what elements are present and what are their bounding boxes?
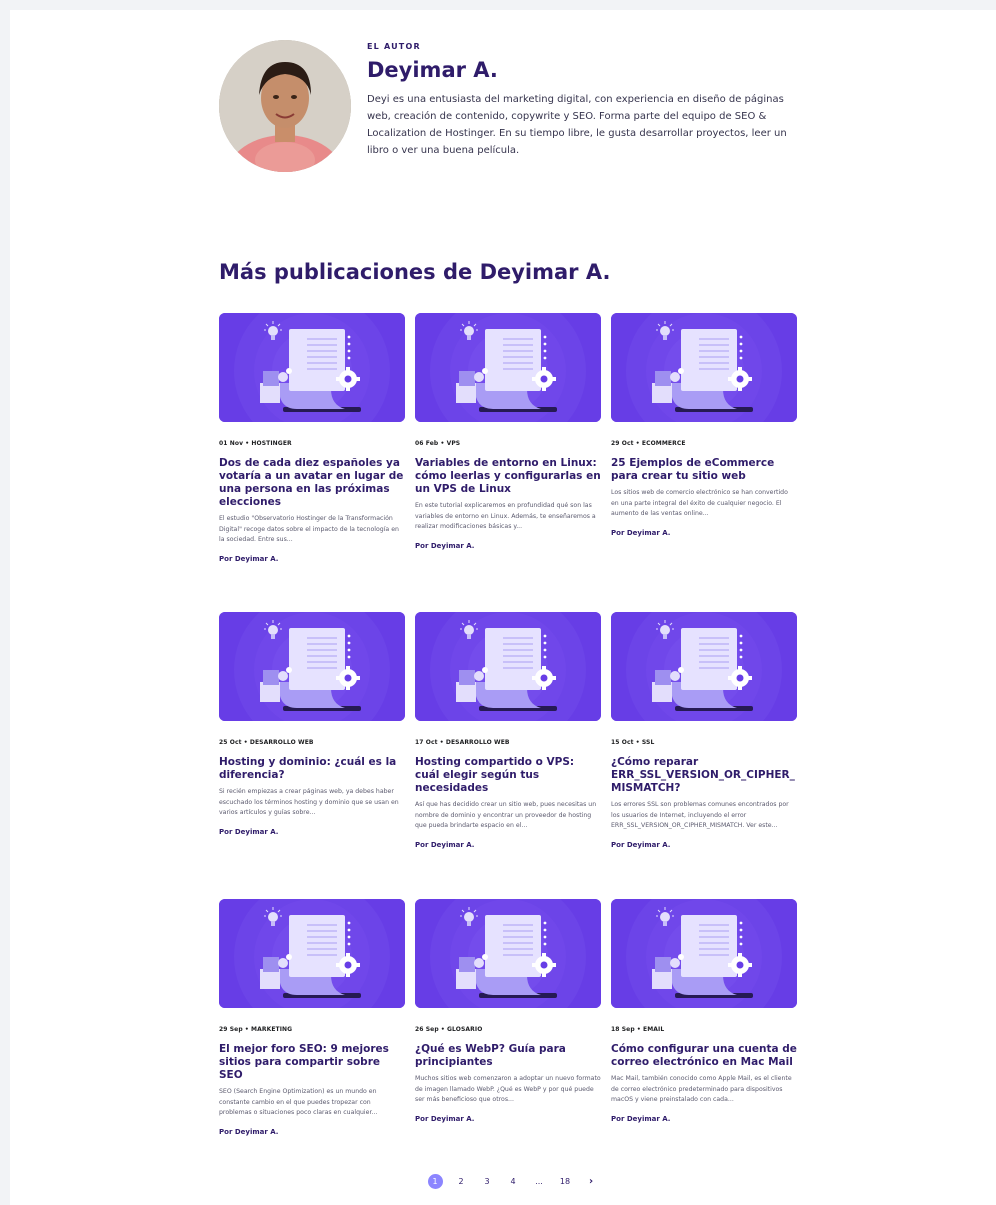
post-meta: 26 Sep • GLOSARIO bbox=[415, 1026, 483, 1033]
post-card[interactable]: 26 Sep • GLOSARIO ¿Qué es WebP? Guía par… bbox=[415, 899, 601, 1123]
page-ellipsis: ... bbox=[535, 1176, 543, 1186]
post-meta: 01 Nov • HOSTINGER bbox=[219, 440, 292, 447]
post-author[interactable]: Por Deyimar A. bbox=[611, 1115, 797, 1123]
post-meta: 18 Sep • EMAIL bbox=[611, 1026, 665, 1033]
post-title[interactable]: 25 Ejemplos de eCommerce para crear tu s… bbox=[611, 457, 797, 483]
post-author[interactable]: Por Deyimar A. bbox=[219, 828, 405, 836]
post-meta: 15 Oct • SSL bbox=[611, 739, 655, 746]
page-link-18[interactable]: 18 bbox=[552, 1174, 578, 1189]
post-card[interactable]: 06 Feb • VPS Variables de entorno en Lin… bbox=[415, 313, 601, 550]
post-author[interactable]: Por Deyimar A. bbox=[219, 555, 405, 563]
post-title[interactable]: Dos de cada diez españoles ya votaría a … bbox=[219, 457, 405, 509]
post-title[interactable]: ¿Cómo reparar ERR_SSL_VERSION_OR_CIPHER_… bbox=[611, 756, 797, 795]
post-thumbnail[interactable] bbox=[219, 612, 405, 721]
post-excerpt: Los errores SSL son problemas comunes en… bbox=[611, 801, 789, 829]
page-number-current[interactable]: 1 bbox=[427, 1173, 443, 1189]
post-card[interactable]: 17 Oct • DESARROLLO WEB Hosting comparti… bbox=[415, 612, 601, 849]
post-meta: 29 Sep • MARKETING bbox=[219, 1026, 293, 1033]
post-excerpt: El estudio "Observatorio Hostinger de la… bbox=[219, 515, 399, 543]
post-thumbnail[interactable] bbox=[415, 899, 601, 1008]
post-excerpt: Así que has decidido crear un sitio web,… bbox=[415, 801, 597, 829]
post-thumbnail[interactable] bbox=[219, 313, 405, 422]
post-thumbnail[interactable] bbox=[611, 612, 797, 721]
post-excerpt: Si recién empiezas a crear páginas web, … bbox=[219, 788, 399, 816]
post-author[interactable]: Por Deyimar A. bbox=[611, 841, 797, 849]
post-title[interactable]: El mejor foro SEO: 9 mejores sitios para… bbox=[219, 1043, 405, 1082]
page-link-2[interactable]: 2 bbox=[448, 1174, 474, 1189]
post-excerpt: En este tutorial explicaremos en profund… bbox=[415, 502, 596, 530]
post-author[interactable]: Por Deyimar A. bbox=[415, 841, 601, 849]
post-excerpt: Los sitios web de comercio electrónico s… bbox=[611, 489, 788, 517]
pagination: 1 2 3 4 ... 18 › bbox=[422, 1173, 604, 1189]
post-meta: 17 Oct • DESARROLLO WEB bbox=[415, 739, 510, 746]
post-author[interactable]: Por Deyimar A. bbox=[415, 542, 601, 550]
page: EL AUTOR Deyimar A. Deyi es una entusias… bbox=[10, 10, 996, 1205]
post-card[interactable]: 25 Oct • DESARROLLO WEB Hosting y domini… bbox=[219, 612, 405, 836]
post-thumbnail[interactable] bbox=[415, 313, 601, 422]
page-link-3[interactable]: 3 bbox=[474, 1174, 500, 1189]
post-meta: 06 Feb • VPS bbox=[415, 440, 461, 447]
post-card[interactable]: 29 Oct • ECOMMERCE 25 Ejemplos de eComme… bbox=[611, 313, 797, 537]
post-author[interactable]: Por Deyimar A. bbox=[611, 529, 797, 537]
posts-grid: 01 Nov • HOSTINGER Dos de cada diez espa… bbox=[219, 10, 799, 1205]
post-thumbnail[interactable] bbox=[611, 899, 797, 1008]
post-thumbnail[interactable] bbox=[219, 899, 405, 1008]
post-author[interactable]: Por Deyimar A. bbox=[219, 1128, 405, 1136]
post-title[interactable]: Cómo configurar una cuenta de correo ele… bbox=[611, 1043, 797, 1069]
post-card[interactable]: 15 Oct • SSL ¿Cómo reparar ERR_SSL_VERSI… bbox=[611, 612, 797, 849]
post-excerpt: Mac Mail, también conocido como Apple Ma… bbox=[611, 1075, 792, 1103]
post-author[interactable]: Por Deyimar A. bbox=[415, 1115, 601, 1123]
post-thumbnail[interactable] bbox=[415, 612, 601, 721]
post-thumbnail[interactable] bbox=[611, 313, 797, 422]
post-card[interactable]: 01 Nov • HOSTINGER Dos de cada diez espa… bbox=[219, 313, 405, 563]
post-meta: 25 Oct • DESARROLLO WEB bbox=[219, 739, 314, 746]
post-card[interactable]: 29 Sep • MARKETING El mejor foro SEO: 9 … bbox=[219, 899, 405, 1136]
post-excerpt: SEO (Search Engine Optimization) es un m… bbox=[219, 1088, 378, 1116]
post-title[interactable]: Hosting compartido o VPS: cuál elegir se… bbox=[415, 756, 601, 795]
post-meta: 29 Oct • ECOMMERCE bbox=[611, 440, 686, 447]
page-link-1[interactable]: 1 bbox=[422, 1173, 448, 1189]
post-title[interactable]: ¿Qué es WebP? Guía para principiantes bbox=[415, 1043, 601, 1069]
post-excerpt: Muchos sitios web comenzaron a adoptar u… bbox=[415, 1075, 601, 1103]
post-card[interactable]: 18 Sep • EMAIL Cómo configurar una cuent… bbox=[611, 899, 797, 1123]
post-title[interactable]: Hosting y dominio: ¿cuál es la diferenci… bbox=[219, 756, 405, 782]
chevron-right-icon[interactable]: › bbox=[578, 1176, 604, 1187]
post-title[interactable]: Variables de entorno en Linux: cómo leer… bbox=[415, 457, 601, 496]
page-link-4[interactable]: 4 bbox=[500, 1174, 526, 1189]
